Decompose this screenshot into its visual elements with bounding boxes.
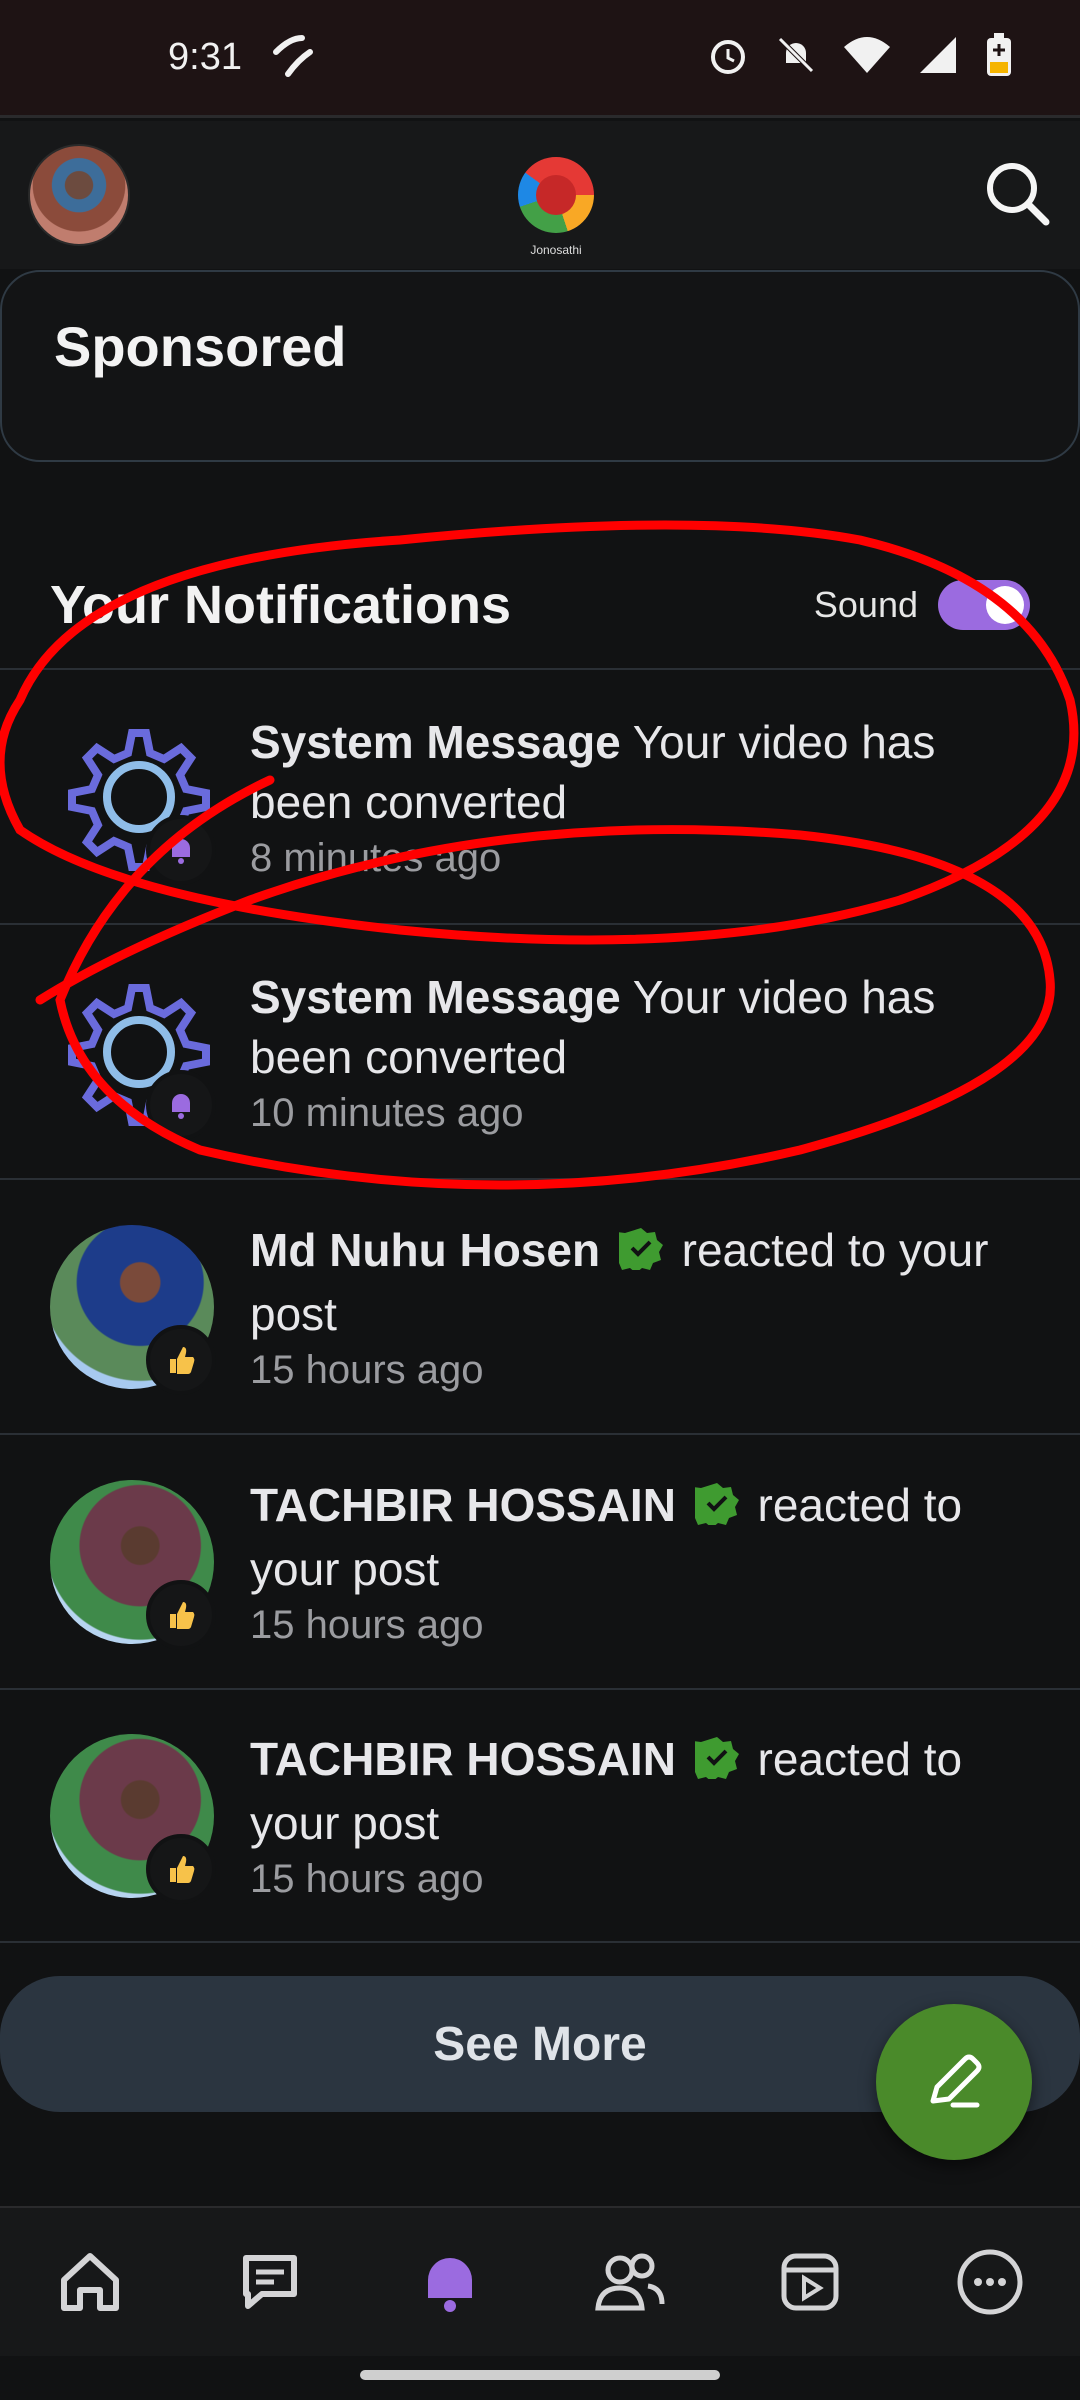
sponsored-title: Sponsored <box>54 315 347 378</box>
nav-home[interactable] <box>40 2232 140 2332</box>
notification-list: System Message Your video has been conve… <box>0 668 1080 1943</box>
bell-off-icon <box>774 33 818 82</box>
notification-time: 15 hours ago <box>250 1602 484 1647</box>
bell-icon <box>428 2258 472 2312</box>
app-logo[interactable]: Jonosathi <box>518 157 594 257</box>
compose-button[interactable] <box>876 2004 1032 2160</box>
sound-control: Sound <box>814 580 1030 630</box>
home-indicator[interactable] <box>360 2370 720 2380</box>
notification-item[interactable]: System Message Your video has been conve… <box>0 668 1080 923</box>
notification-item[interactable]: Md Nuhu Hosen reacted to your post 15 ho… <box>0 1178 1080 1433</box>
thumbs-up-icon <box>146 1324 216 1395</box>
nav-more[interactable] <box>940 2232 1040 2332</box>
nav-friends[interactable] <box>580 2232 680 2332</box>
notifications-header: Your Notifications Sound <box>0 540 1080 670</box>
carrier-icon <box>268 30 318 85</box>
notification-time: 15 hours ago <box>250 1347 484 1392</box>
pencil-icon <box>930 2054 982 2108</box>
thumbs-up-icon <box>146 1579 216 1650</box>
notification-item[interactable]: TACHBIR HOSSAIN reacted to your post 15 … <box>0 1688 1080 1943</box>
more-icon <box>957 2249 1023 2315</box>
status-time: 9:31 <box>168 36 242 78</box>
sender-name: TACHBIR HOSSAIN <box>250 1479 676 1532</box>
search-icon[interactable] <box>982 158 1052 233</box>
profile-avatar[interactable] <box>28 144 130 246</box>
sound-toggle[interactable] <box>938 580 1030 630</box>
wifi-icon <box>842 33 892 82</box>
verified-badge-icon <box>608 1224 663 1284</box>
sender-name: System Message <box>250 971 621 1023</box>
sponsored-card[interactable]: Sponsored <box>0 270 1080 462</box>
nav-notifications[interactable] <box>400 2232 500 2332</box>
notifications-title: Your Notifications <box>50 575 512 635</box>
sender-name: Md Nuhu Hosen <box>250 1224 601 1277</box>
status-bar: 9:31 <box>0 0 1080 118</box>
verified-badge-icon <box>684 1479 739 1539</box>
chat-icon <box>243 2255 297 2309</box>
notification-item[interactable]: System Message Your video has been conve… <box>0 923 1080 1178</box>
sender-name: TACHBIR HOSSAIN <box>250 1733 676 1786</box>
notification-item[interactable]: TACHBIR HOSSAIN reacted to your post 15 … <box>0 1433 1080 1688</box>
sound-label: Sound <box>813 584 918 625</box>
thumbs-up-icon <box>146 1833 216 1904</box>
nav-videos[interactable] <box>760 2232 860 2332</box>
top-bar: Jonosathi <box>0 121 1080 269</box>
video-icon <box>781 2253 839 2311</box>
verified-badge-icon <box>684 1733 739 1793</box>
alarm-icon <box>706 33 750 82</box>
bell-icon <box>146 1069 216 1140</box>
bell-icon <box>146 814 216 885</box>
nav-chat[interactable] <box>220 2232 320 2332</box>
notification-time: 15 hours ago <box>250 1856 484 1901</box>
signal-icon <box>916 33 960 82</box>
home-icon <box>61 2253 119 2311</box>
sender-name: System Message <box>250 716 621 768</box>
logo-text: Jonosathi <box>530 243 582 257</box>
bottom-nav <box>0 2206 1080 2356</box>
people-icon <box>595 2253 665 2311</box>
notification-time: 8 minutes ago <box>250 836 502 880</box>
notification-time: 10 minutes ago <box>250 1091 524 1135</box>
battery-charging-icon <box>984 32 1014 83</box>
